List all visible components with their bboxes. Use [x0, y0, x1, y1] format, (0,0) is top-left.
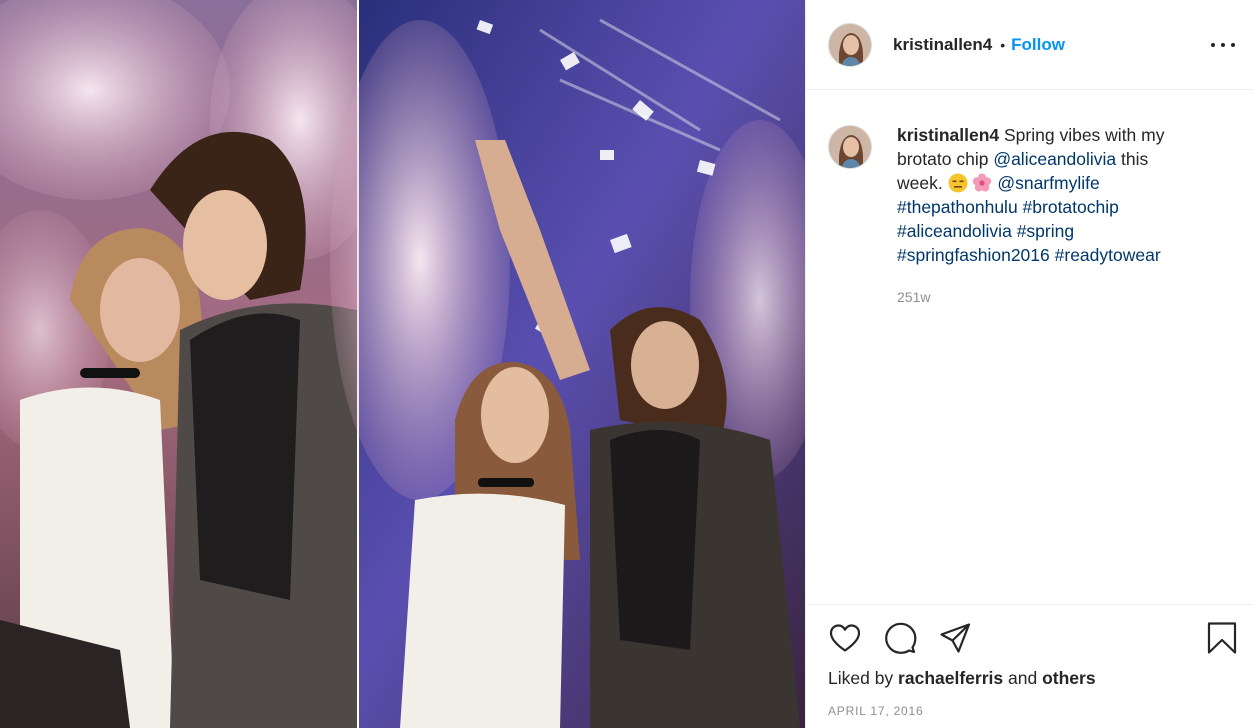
author-username[interactable]: kristinallen4: [893, 35, 992, 55]
likes-summary: Liked by rachaelferris and others: [828, 668, 1096, 689]
share-icon[interactable]: [938, 621, 972, 655]
comment-icon[interactable]: [883, 621, 917, 655]
post-date[interactable]: APRIL 17, 2016: [828, 704, 923, 718]
expressionless-face-emoji: [948, 173, 968, 193]
hashtag-link[interactable]: #springfashion2016: [897, 245, 1050, 265]
mention-link[interactable]: @aliceandolivia: [993, 149, 1116, 169]
action-icons: [828, 621, 993, 655]
heart-icon[interactable]: [828, 621, 862, 655]
caption-body: kristinallen4 Spring vibes with my brota…: [897, 123, 1197, 604]
mention-link[interactable]: @snarfmylife: [997, 173, 1099, 193]
caption-username[interactable]: kristinallen4: [897, 125, 999, 145]
likes-middle: and: [1003, 668, 1043, 688]
bookmark-icon[interactable]: [1205, 621, 1239, 655]
follow-button[interactable]: Follow: [1011, 35, 1065, 55]
caption-section: kristinallen4 Spring vibes with my brota…: [806, 91, 1254, 604]
separator-dot: •: [1000, 36, 1006, 53]
hashtag-link[interactable]: #aliceandolivia: [897, 221, 1012, 241]
photo-collage: [0, 0, 805, 728]
post-side-panel: kristinallen4 • Follow kristinallen4 Spr…: [805, 0, 1254, 728]
post-image[interactable]: [0, 0, 805, 728]
likes-prefix: Liked by: [828, 668, 899, 688]
caption-timestamp[interactable]: 251w: [897, 289, 1197, 305]
post-header: kristinallen4 • Follow: [806, 0, 1254, 90]
cherry-blossom-emoji: [973, 173, 992, 192]
caption-text: kristinallen4 Spring vibes with my brota…: [897, 123, 1197, 267]
caption-avatar[interactable]: [828, 125, 872, 169]
hashtag-link[interactable]: #readytowear: [1055, 245, 1161, 265]
more-options-icon[interactable]: [1211, 36, 1235, 54]
hashtag-link[interactable]: #brotatochip: [1023, 197, 1119, 217]
author-avatar[interactable]: [828, 22, 872, 67]
hashtag-link[interactable]: #thepathonhulu: [897, 197, 1018, 217]
liker-username[interactable]: rachaelferris: [898, 668, 1003, 688]
hashtag-link[interactable]: #spring: [1017, 221, 1074, 241]
likes-others-link[interactable]: others: [1042, 668, 1095, 688]
post-actions: Liked by rachaelferris and others APRIL …: [806, 604, 1254, 728]
